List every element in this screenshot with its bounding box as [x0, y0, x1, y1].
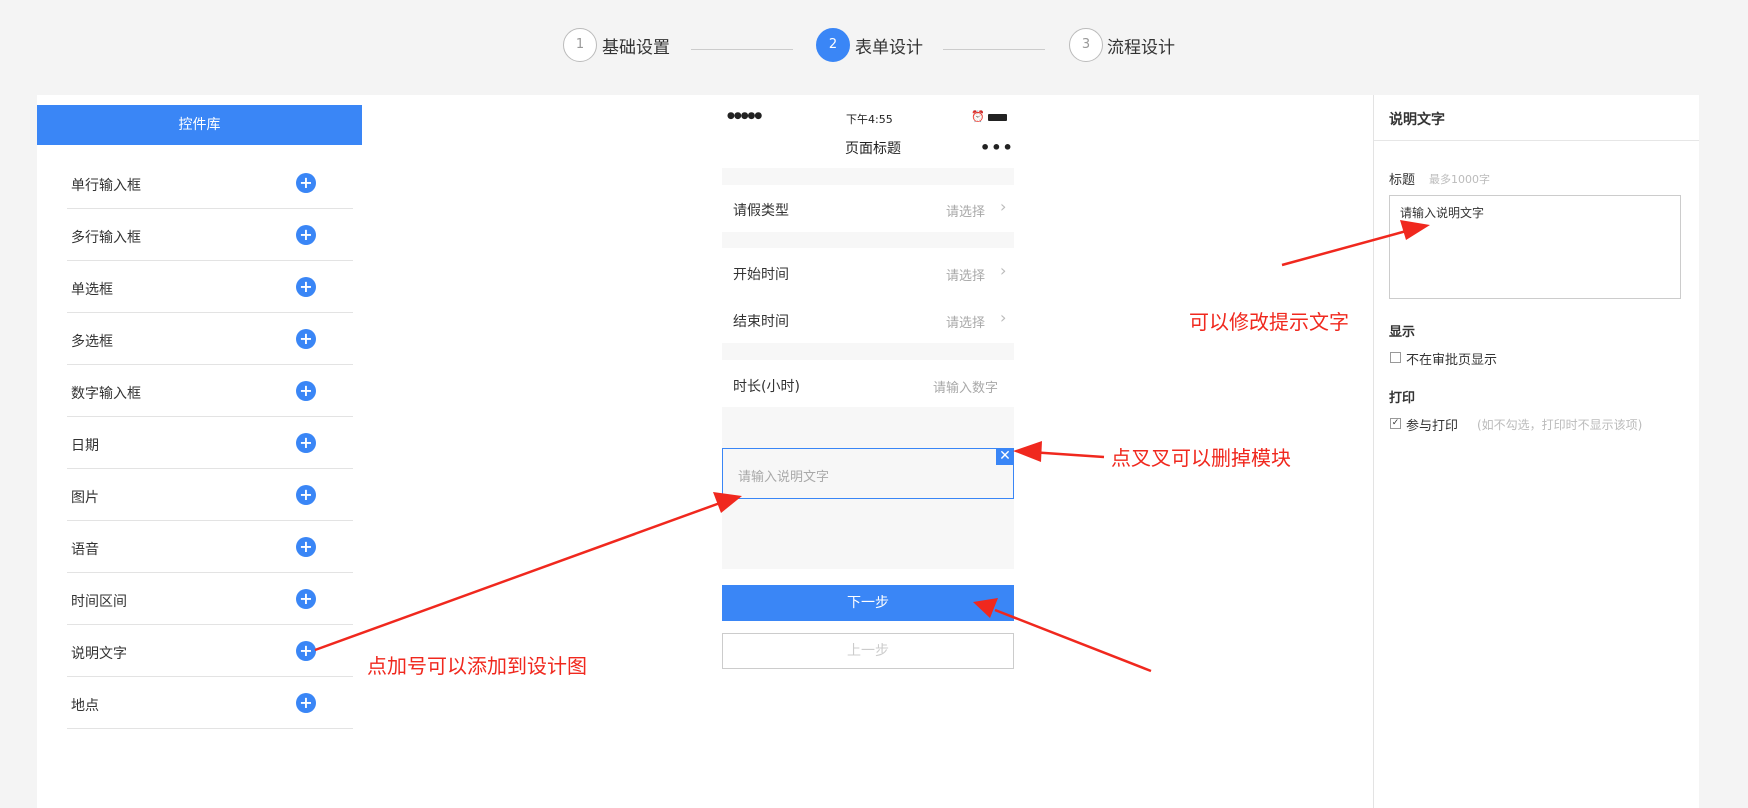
arrow-line-next: [994, 608, 1152, 673]
arrow-head-add: [713, 492, 742, 513]
annotation-arrows: [314, 220, 1430, 673]
arrow-line-modify: [1281, 228, 1411, 267]
annotation-add-hint: 点加号可以添加到设计图: [367, 654, 587, 678]
annotation-modify-hint: 可以修改提示文字: [1189, 310, 1349, 334]
arrow-head-delete: [1013, 441, 1042, 462]
arrow-head-modify: [1400, 220, 1430, 240]
arrow-head-next: [973, 598, 998, 618]
arrow-line-add: [314, 501, 721, 652]
annotation-delete-hint: 点叉叉可以删掉模块: [1111, 446, 1291, 470]
